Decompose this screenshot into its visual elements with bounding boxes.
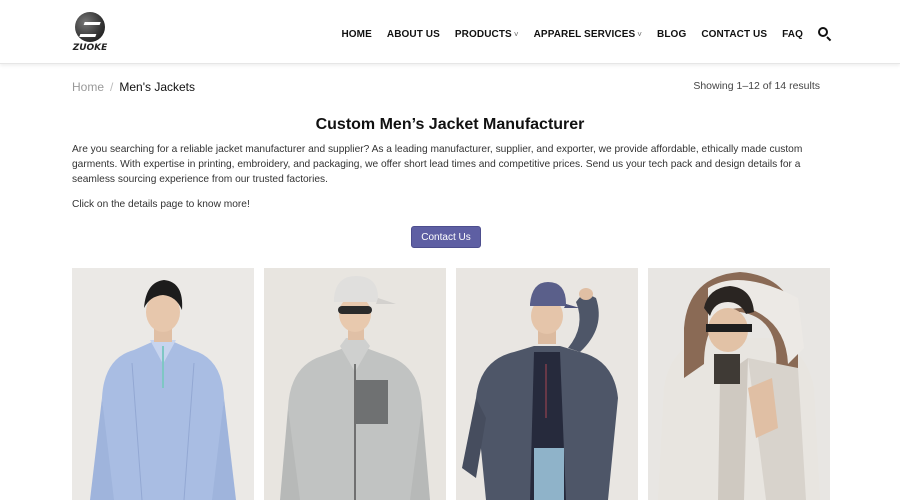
product-card[interactable] (648, 268, 830, 500)
search-icon[interactable] (818, 27, 832, 42)
nav-item-blog[interactable]: BLOG (657, 29, 686, 40)
details-cta-text: Click on the details page to know more! (72, 199, 250, 210)
chevron-down-icon: ˅ (637, 29, 643, 39)
results-count: Showing 1–12 of 14 results (693, 80, 820, 92)
nav-item-contact-us[interactable]: CONTACT US (701, 29, 767, 40)
product-card[interactable] (264, 268, 446, 500)
product-card[interactable] (72, 268, 254, 500)
site-header: ZUOKE HOME ABOUT US PRODUCTS ˅ APPAREL SE… (0, 0, 900, 64)
breadcrumb-current: Men's Jackets (119, 80, 196, 94)
product-grid (72, 268, 830, 500)
page-title: Custom Men’s Jacket Manufacturer (315, 116, 585, 133)
contact-us-button[interactable]: Contact Us (411, 226, 481, 248)
breadcrumb: Home / Men's Jackets (72, 80, 195, 94)
breadcrumb-home-link[interactable]: Home (72, 80, 104, 94)
breadcrumb-separator: / (110, 80, 114, 94)
logo-text: ZUOKE (72, 43, 108, 53)
nav-item-apparel-services[interactable]: APPAREL SERVICES ˅ (534, 29, 642, 40)
nav-item-faq[interactable]: FAQ (782, 29, 803, 40)
product-image-grey-fleece (264, 268, 446, 500)
brand-logo[interactable]: ZUOKE (70, 12, 110, 56)
intro-paragraph: Are you searching for a reliable jacket … (72, 144, 803, 185)
chevron-down-icon: ˅ (513, 29, 519, 39)
nav-item-home[interactable]: HOME (341, 29, 371, 40)
logo-icon (75, 12, 105, 42)
product-image-blue-jacket (72, 268, 254, 500)
product-card[interactable] (456, 268, 638, 500)
nav-item-about-us[interactable]: ABOUT US (387, 29, 440, 40)
product-image-navy-windbreaker (456, 268, 638, 500)
product-image-hooded-shell (648, 268, 830, 500)
nav-item-products[interactable]: PRODUCTS ˅ (455, 29, 519, 40)
main-nav: HOME ABOUT US PRODUCTS ˅ APPAREL SERVICES… (326, 26, 832, 42)
